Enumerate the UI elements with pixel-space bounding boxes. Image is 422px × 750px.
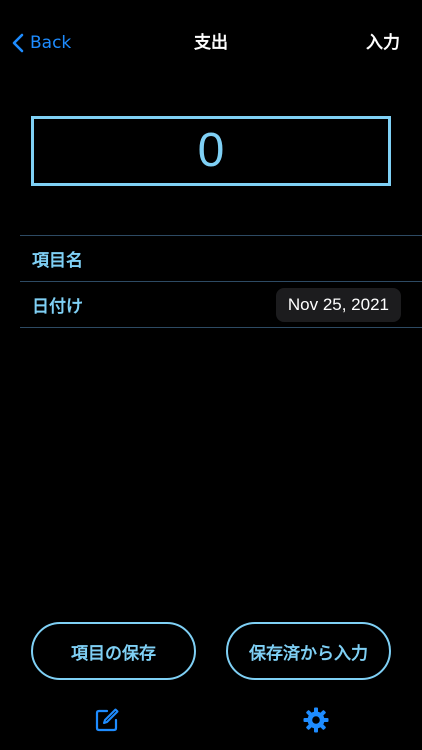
navigation-bar: Back 支出 入力 [0,0,422,88]
input-from-saved-label: 保存済から入力 [249,643,368,664]
save-item-label: 項目の保存 [71,643,156,664]
date-label: 日付け [32,297,83,317]
date-value: Nov 25, 2021 [287,295,389,314]
date-row: 日付け Nov 25, 2021 [20,281,422,328]
amount-value: 0 [197,124,225,177]
save-item-button[interactable]: 項目の保存 [31,622,196,680]
compose-icon[interactable] [93,706,121,734]
form-list: 項目名 日付け Nov 25, 2021 [20,235,422,328]
item-name-label: 項目名 [32,251,83,271]
amount-display[interactable]: 0 [31,116,391,186]
page-title: 支出 [194,33,228,53]
input-button[interactable]: 入力 [366,30,400,56]
item-name-row[interactable]: 項目名 [20,235,422,281]
input-from-saved-button[interactable]: 保存済から入力 [226,622,391,680]
gear-icon[interactable] [302,706,330,734]
date-picker-button[interactable]: Nov 25, 2021 [275,288,401,322]
